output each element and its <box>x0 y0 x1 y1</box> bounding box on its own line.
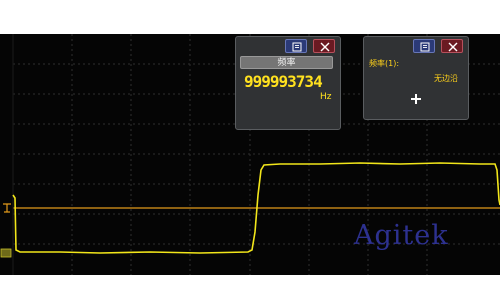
channel-measure-label: 频率(1): <box>369 59 400 68</box>
frequency-measure-button[interactable]: 频率 <box>240 56 333 69</box>
plus-icon <box>411 94 421 104</box>
menu-icon <box>292 42 302 52</box>
frequency-readout: 999993734 <box>244 72 323 91</box>
frequency-unit: Hz <box>320 92 332 102</box>
channel-measure-panel: 频率(1): 无边沿 <box>363 36 469 120</box>
panel-close-button[interactable] <box>313 39 335 53</box>
panel-close-button[interactable] <box>441 39 463 53</box>
top-border <box>0 0 500 34</box>
bottom-border <box>0 275 500 300</box>
panel-header <box>364 37 468 53</box>
panel-menu-button[interactable] <box>413 39 435 53</box>
menu-icon <box>420 42 430 52</box>
frequency-measure-panel: 频率 999993734 Hz <box>235 36 341 130</box>
close-icon <box>448 42 458 52</box>
panel-header <box>236 37 340 53</box>
trigger-marker-icon[interactable] <box>2 203 12 215</box>
channel-measure-mode: 无边沿 <box>434 74 458 83</box>
close-icon <box>320 42 330 52</box>
add-measurement-button[interactable] <box>410 93 422 105</box>
oscilloscope-screen: 频率 999993734 Hz 频率(1): 无边沿 Agitek <box>0 0 500 300</box>
panel-menu-button[interactable] <box>285 39 307 53</box>
watermark-logo: Agitek <box>354 220 449 251</box>
channel-ground-marker-icon[interactable] <box>0 248 12 258</box>
